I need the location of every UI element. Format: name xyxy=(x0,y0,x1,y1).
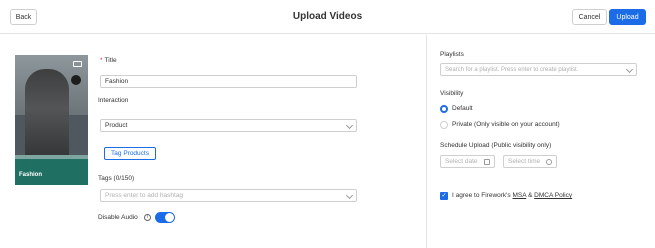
upload-button[interactable]: Upload xyxy=(609,9,646,25)
tag-products-button[interactable]: Tag Products xyxy=(104,147,156,160)
interaction-select[interactable]: Product xyxy=(100,119,357,132)
agree-text: I agree to Firework's MSA & DMCA Policy xyxy=(452,192,572,199)
msa-link[interactable]: MSA xyxy=(512,192,526,199)
chevron-down-icon xyxy=(625,65,634,74)
thumbnail-caption: Fashion xyxy=(19,172,43,178)
tags-input[interactable]: Press enter to add hashtag xyxy=(100,189,357,202)
chevron-down-icon xyxy=(345,191,354,200)
playlists-search-input[interactable]: Search for a playlist. Press enter to cr… xyxy=(440,63,637,76)
video-thumbnail[interactable]: Fashion xyxy=(15,55,88,185)
visibility-private-radio[interactable] xyxy=(440,121,448,129)
cancel-button[interactable]: Cancel xyxy=(572,9,607,25)
tags-label: Tags (0/150) xyxy=(98,175,135,182)
select-time-input[interactable]: Select time xyxy=(503,155,557,168)
interaction-select-value: Product xyxy=(105,122,128,129)
clock-icon xyxy=(546,159,552,165)
select-date-placeholder: Select date xyxy=(445,158,478,165)
visibility-label: Visibility xyxy=(440,90,464,97)
chevron-down-icon xyxy=(345,121,354,130)
page-title: Upload Videos xyxy=(292,11,363,22)
visibility-default-radio[interactable] xyxy=(440,105,448,113)
info-icon[interactable]: i xyxy=(144,214,151,221)
camera-icon[interactable] xyxy=(73,61,82,67)
agree-checkbox[interactable]: ✓ xyxy=(440,192,448,200)
disable-audio-label: Disable Audio xyxy=(98,214,138,221)
thumbnail-figure xyxy=(25,69,69,167)
disable-audio-toggle[interactable] xyxy=(155,212,175,223)
title-label: * Title xyxy=(100,57,117,64)
visibility-private-label: Private (Only visible on your account) xyxy=(452,121,560,128)
title-input[interactable]: Fashion xyxy=(100,75,357,88)
visibility-default-label: Default xyxy=(452,105,473,112)
required-marker: * xyxy=(100,57,103,64)
toggle-knob xyxy=(165,213,174,222)
upload-videos-page: Back Upload Videos Cancel Upload Fashion… xyxy=(0,0,655,248)
schedule-upload-label: Schedule Upload (Public visibility only) xyxy=(440,142,552,149)
interaction-label: Interaction xyxy=(98,97,129,104)
agree-and: & xyxy=(526,192,535,199)
top-bar: Back Upload Videos Cancel Upload xyxy=(0,0,655,34)
thumbnail-object xyxy=(71,75,81,85)
playlists-label: Playlists xyxy=(440,51,464,58)
playlists-placeholder: Search for a playlist. Press enter to cr… xyxy=(445,66,579,73)
agree-prefix: I agree to Firework's xyxy=(452,192,513,199)
calendar-icon xyxy=(484,159,490,165)
select-time-placeholder: Select time xyxy=(508,158,541,165)
panel-divider xyxy=(426,35,427,248)
dmca-policy-link[interactable]: DMCA Policy xyxy=(534,192,572,199)
title-label-text: Title xyxy=(104,57,117,64)
select-date-input[interactable]: Select date xyxy=(440,155,495,168)
tags-placeholder: Press enter to add hashtag xyxy=(105,192,184,199)
